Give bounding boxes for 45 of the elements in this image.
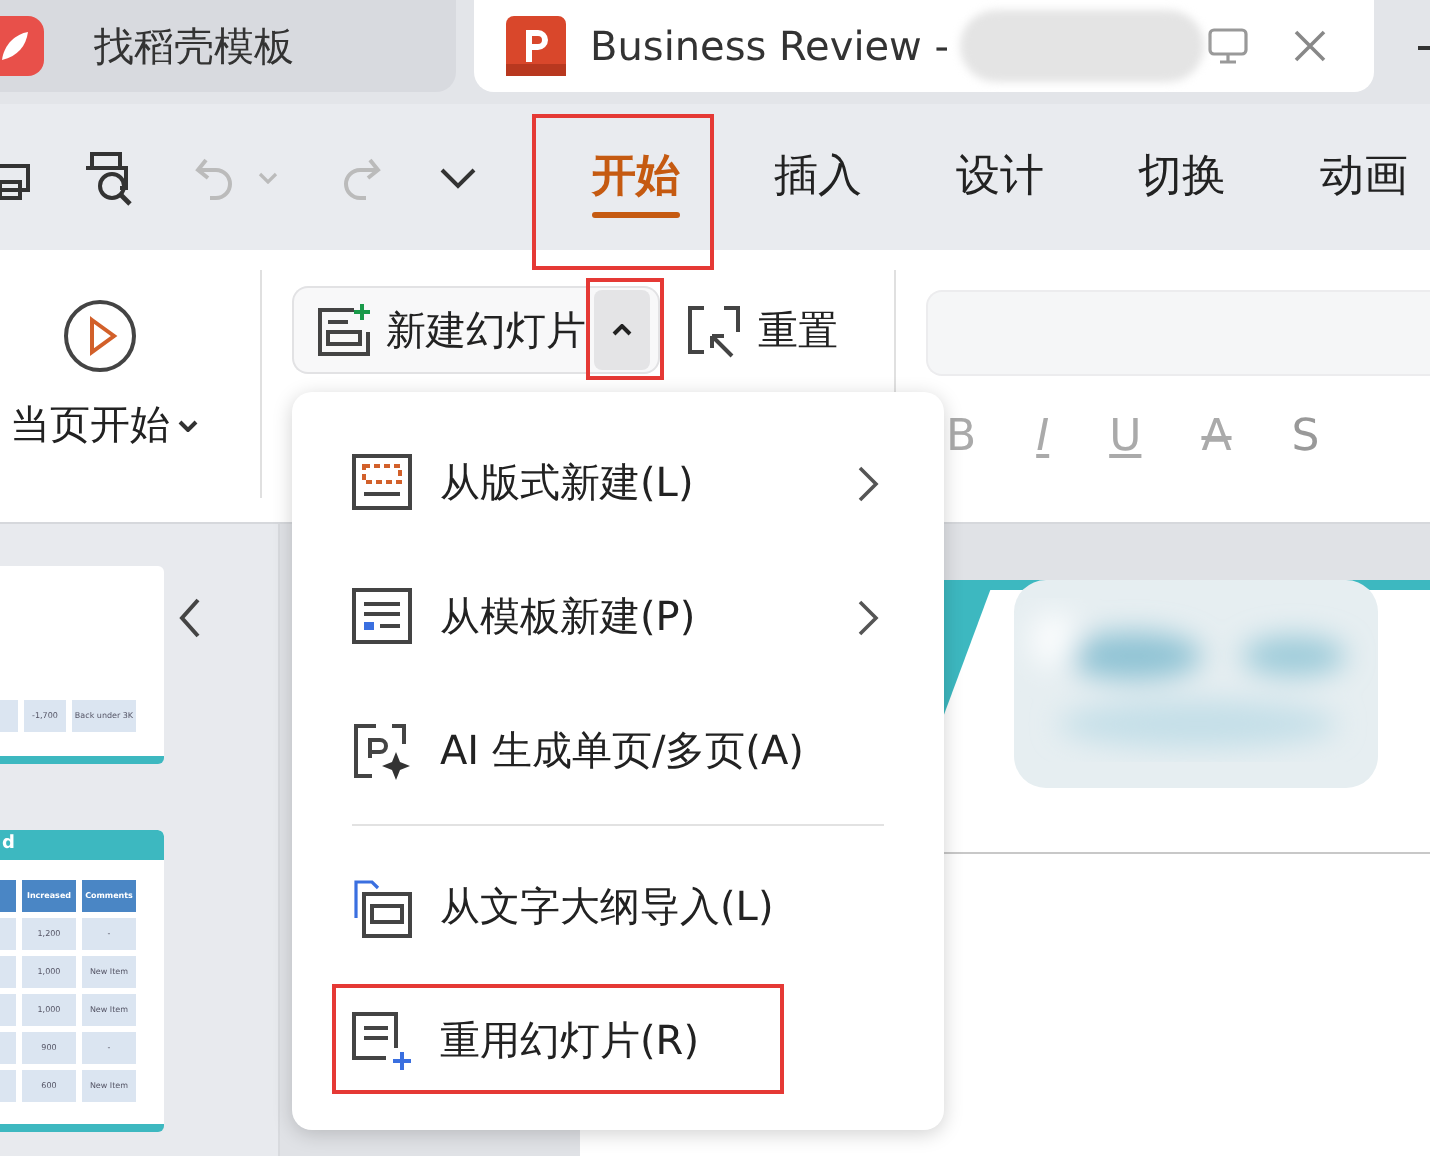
table-cell xyxy=(0,1070,16,1102)
ribbon-tab[interactable]: 设计 xyxy=(956,104,1044,250)
thumbnail-title: d xyxy=(0,830,164,860)
browser-tab[interactable]: 找稻壳模板 xyxy=(0,0,456,92)
tab-title: 找稻壳模板 xyxy=(94,19,294,73)
chevron-right-icon xyxy=(856,598,880,638)
monitor-icon xyxy=(1208,28,1249,64)
new-slide-button[interactable]: 新建幻灯片 xyxy=(292,286,594,374)
new-slide-icon xyxy=(314,300,374,360)
caret-icon xyxy=(612,324,632,336)
play-circle-icon[interactable] xyxy=(62,298,138,374)
table-cell xyxy=(0,880,16,912)
chevron-right-icon xyxy=(856,464,880,504)
table-cell xyxy=(0,994,16,1026)
close-icon[interactable] xyxy=(1292,28,1329,64)
play-from-current-button[interactable]: 当页开始 xyxy=(10,398,198,452)
tab-title: Business Review - xyxy=(590,22,949,70)
chevron-down-icon[interactable] xyxy=(438,165,478,189)
ai-sparkle-icon xyxy=(352,721,412,781)
ribbon-tab[interactable]: 动画 xyxy=(1320,104,1408,250)
reuse-slide-icon xyxy=(352,1011,412,1071)
ribbon-tab[interactable]: 开始 xyxy=(592,104,680,250)
menu-item[interactable]: 重用幻灯片(R) xyxy=(292,974,944,1108)
menu-item[interactable]: 从模板新建(P) xyxy=(292,550,944,684)
leaf-logo-icon xyxy=(0,16,44,76)
ribbon-tab[interactable]: 插入 xyxy=(774,104,862,250)
table-cell xyxy=(0,700,18,732)
new-slide-label: 新建幻灯片 xyxy=(386,303,586,357)
outline-import-icon xyxy=(352,877,412,937)
minimize-icon[interactable] xyxy=(1418,44,1430,52)
table-cell xyxy=(0,1032,16,1064)
reset-button[interactable]: 重置 xyxy=(684,286,838,374)
layout-icon xyxy=(352,453,412,513)
browser-tab[interactable]: Business Review - xyxy=(474,0,1374,92)
table-cell xyxy=(0,956,16,988)
table-cell xyxy=(0,918,16,950)
menu-item[interactable]: 从版式新建(L) xyxy=(292,416,944,550)
menu-item[interactable]: AI 生成单页/多页(A) xyxy=(292,684,944,818)
collapse-chevron-icon[interactable] xyxy=(178,596,202,640)
menu-item[interactable]: 从文字大纲导入(L) xyxy=(292,840,944,974)
reset-slide-icon xyxy=(684,300,744,360)
ribbon-tab[interactable]: 切换 xyxy=(1138,104,1226,250)
presentation-app-icon xyxy=(506,16,566,76)
caret-icon xyxy=(178,419,198,431)
template-icon xyxy=(352,587,412,647)
